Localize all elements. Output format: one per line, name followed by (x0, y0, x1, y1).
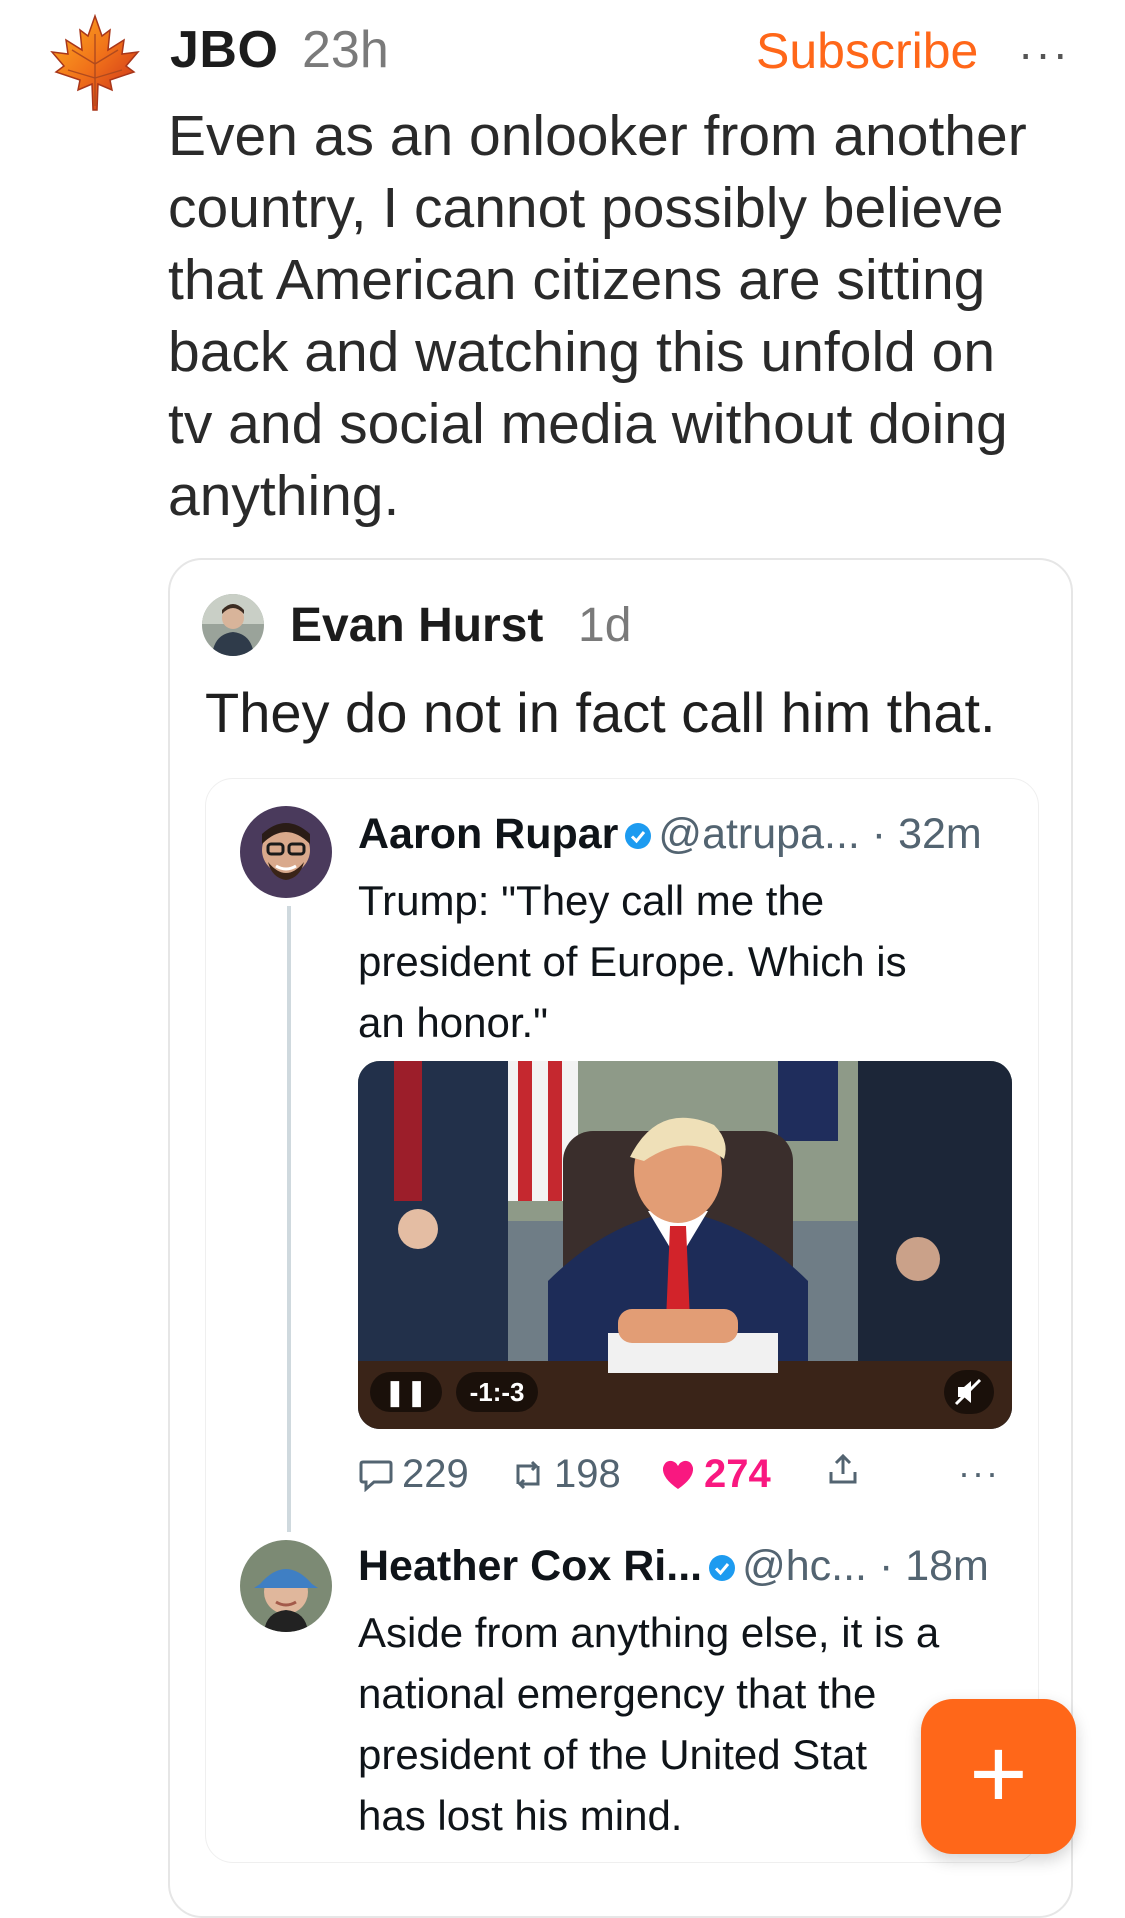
verified-badge-icon (708, 1544, 736, 1581)
reply-icon (359, 1460, 393, 1492)
post-body: Even as an onlooker from another country… (168, 100, 1068, 532)
tweet-text-line: has lost his mind. (358, 1792, 683, 1839)
post-body-line: anything. (168, 464, 400, 528)
post-body-line: that American citizens are sitting (168, 248, 986, 312)
post-author-name[interactable]: JBO (170, 20, 278, 80)
tweet-author-handle: @hc... (742, 1542, 867, 1590)
plus-icon[interactable]: + (921, 1699, 1076, 1854)
reply-button[interactable]: 229 (358, 1452, 469, 1497)
quote-text: They do not in fact call him that. (205, 681, 996, 744)
tweet-author-name: Heather Cox Ri... (358, 1542, 703, 1590)
tweet-more-button[interactable]: ··· (958, 1452, 1000, 1494)
quote-author-name[interactable]: Evan Hurst (290, 598, 543, 653)
retweet-icon (516, 1460, 540, 1489)
subscribe-button[interactable]: Subscribe (756, 22, 978, 80)
mute-icon[interactable] (944, 1370, 994, 1414)
tweet-text-line: president of the United Stat (358, 1731, 867, 1778)
tweet-header: Heather Cox Ri... @hc... · 18m (358, 1542, 989, 1591)
share-button[interactable] (826, 1452, 860, 1486)
retweet-count: 198 (554, 1452, 621, 1496)
like-button[interactable]: 274 (660, 1452, 771, 1497)
more-options-button[interactable]: ··· (1018, 26, 1070, 80)
post-body-line: Even as an onlooker from another (168, 104, 1027, 168)
tweet-text: Aside from anything else, it is a nation… (358, 1602, 1018, 1846)
retweet-button[interactable]: 198 (510, 1452, 621, 1497)
heart-icon (662, 1460, 694, 1489)
tweet-text: Trump: "They call me the president of Eu… (358, 870, 1018, 1053)
reply-count: 229 (402, 1452, 469, 1496)
tweet-author-avatar (240, 806, 332, 898)
pause-icon[interactable]: ❚❚ (370, 1372, 442, 1412)
video-timer: -1:-3 (455, 1372, 539, 1412)
tweet-text-line: Trump: "They call me the (358, 877, 825, 924)
post-body-line: back and watching this unfold on (168, 320, 996, 384)
like-count: 274 (704, 1452, 771, 1496)
post-body-line: country, I cannot possibly believe (168, 176, 1004, 240)
quote-author-avatar[interactable] (202, 594, 264, 656)
tweet-text-line: an honor." (358, 999, 549, 1046)
tweet-author-name: Aaron Rupar (358, 810, 619, 858)
tweet-text-line: Aside from anything else, it is a (358, 1609, 940, 1656)
tweet-timestamp: · 32m (871, 810, 982, 858)
verified-badge-icon (624, 812, 652, 849)
quote-timestamp: 1d (578, 599, 632, 652)
tweet-text-line: president of Europe. Which is (358, 938, 907, 985)
share-icon (829, 1453, 857, 1484)
tweet-actions: 229 198 274 ··· (358, 1452, 1008, 1506)
post-body-line: tv and social media without doing (168, 392, 1008, 456)
tweet-author-avatar (240, 1540, 332, 1632)
post-timestamp: 23h (302, 21, 389, 79)
tweet-text-line: national emergency that the (358, 1670, 877, 1717)
video-controls: ❚❚ -1:-3 (370, 1370, 539, 1414)
tweet-author-handle: @atrupa... (658, 810, 860, 858)
tweet-header: Aaron Rupar @atrupa... · 32m (358, 810, 982, 859)
maple-leaf-icon[interactable] (48, 13, 142, 112)
tweet-timestamp: · 18m (878, 1542, 989, 1590)
thread-connector-line (287, 906, 291, 1532)
